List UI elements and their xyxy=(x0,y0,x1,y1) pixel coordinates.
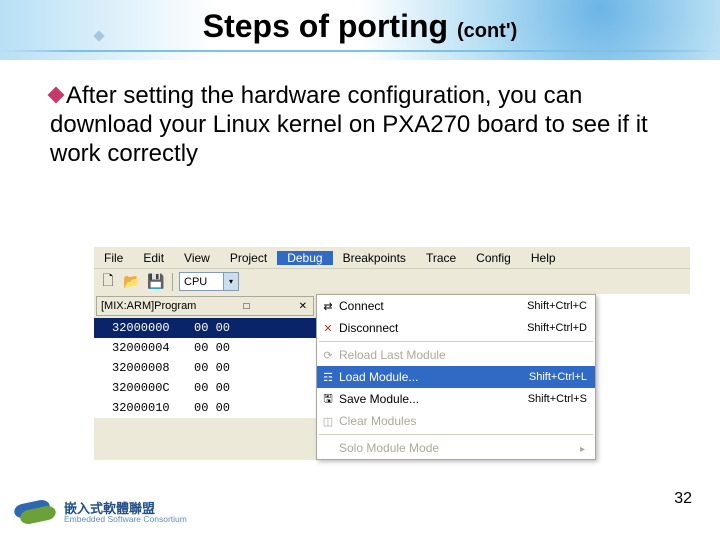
menu-edit[interactable]: Edit xyxy=(133,251,174,265)
menu-label: Save Module... xyxy=(339,392,528,406)
memory-table: 32000000 00 00 32000004 00 00 32000008 0… xyxy=(94,318,316,418)
body-text: After setting the hardware configuration… xyxy=(50,82,648,167)
menu-help[interactable]: Help xyxy=(521,251,566,265)
cpu-label: CPU xyxy=(180,276,223,288)
menu-trace[interactable]: Trace xyxy=(416,251,466,265)
body-paragraph: After setting the hardware configuration… xyxy=(50,82,690,168)
program-pane: [MIX:ARM]Program □ ✕ 32000000 00 00 3200… xyxy=(94,294,316,460)
new-file-icon[interactable]: 🗋 xyxy=(98,272,118,292)
menu-debug[interactable]: Debug xyxy=(277,251,332,265)
footer-logo: 嵌入式軟體聯盟 Embedded Software Consortium xyxy=(14,498,187,528)
menu-solo-mode: Solo Module Mode xyxy=(317,437,595,459)
mem-hex: 00 00 xyxy=(194,401,316,415)
menu-label: Load Module... xyxy=(339,370,529,384)
menu-shortcut: Shift+Ctrl+C xyxy=(527,300,587,312)
menu-label: Solo Module Mode xyxy=(339,441,587,455)
cpu-dropdown[interactable]: CPU ▾ xyxy=(179,272,239,291)
menu-separator xyxy=(319,341,593,342)
memory-row[interactable]: 32000000 00 00 xyxy=(94,318,316,338)
menu-shortcut: Shift+Ctrl+S xyxy=(528,393,587,405)
menubar: File Edit View Project Debug Breakpoints… xyxy=(94,246,690,268)
menu-save-module[interactable]: 🖫 Save Module... Shift+Ctrl+S xyxy=(317,388,595,410)
menu-connect[interactable]: ⇄ Connect Shift+Ctrl+C xyxy=(317,295,595,317)
mem-hex: 00 00 xyxy=(194,381,316,395)
menu-label: Connect xyxy=(339,299,527,313)
maximize-icon[interactable]: □ xyxy=(241,301,251,312)
clear-modules-icon: ◫ xyxy=(317,415,339,428)
program-titlebar: [MIX:ARM]Program □ ✕ xyxy=(96,296,314,316)
menu-load-module[interactable]: ☶ Load Module... Shift+Ctrl+L xyxy=(317,366,595,388)
save-icon[interactable]: 💾 xyxy=(146,272,166,292)
menu-project[interactable]: Project xyxy=(220,251,277,265)
mem-addr: 3200000C xyxy=(94,381,194,395)
menu-label: Disconnect xyxy=(339,321,527,335)
menu-label: Reload Last Module xyxy=(339,348,587,362)
connect-icon: ⇄ xyxy=(317,300,339,313)
bullet-icon xyxy=(48,87,65,104)
logo-mark xyxy=(14,498,56,528)
debug-dropdown: ⇄ Connect Shift+Ctrl+C ✕ Disconnect Shif… xyxy=(316,294,596,460)
menu-breakpoints[interactable]: Breakpoints xyxy=(333,251,416,265)
mem-hex: 00 00 xyxy=(194,321,316,335)
dropdown-arrow-icon: ▾ xyxy=(223,273,238,290)
title-main: Steps of porting xyxy=(203,8,457,44)
logo-en: Embedded Software Consortium xyxy=(64,515,187,524)
mem-addr: 32000010 xyxy=(94,401,194,415)
load-module-icon: ☶ xyxy=(317,371,339,384)
menu-shortcut: Shift+Ctrl+D xyxy=(527,322,587,334)
memory-row[interactable]: 32000004 00 00 xyxy=(94,338,316,358)
menu-reload-last: ⟳ Reload Last Module xyxy=(317,344,595,366)
menu-separator xyxy=(319,434,593,435)
menu-label: Clear Modules xyxy=(339,414,587,428)
disconnect-icon: ✕ xyxy=(317,322,339,335)
slide-title: Steps of porting (cont') xyxy=(0,8,720,45)
content-row: [MIX:ARM]Program □ ✕ 32000000 00 00 3200… xyxy=(94,294,690,460)
top-divider xyxy=(0,50,720,52)
mem-hex: 00 00 xyxy=(194,361,316,375)
memory-row[interactable]: 32000010 00 00 xyxy=(94,398,316,418)
mem-hex: 00 00 xyxy=(194,341,316,355)
menu-file[interactable]: File xyxy=(94,251,133,265)
menu-view[interactable]: View xyxy=(174,251,220,265)
program-title: [MIX:ARM]Program xyxy=(101,300,196,312)
memory-row[interactable]: 3200000C 00 00 xyxy=(94,378,316,398)
ide-screenshot: File Edit View Project Debug Breakpoints… xyxy=(94,246,690,460)
page-number: 32 xyxy=(674,490,692,508)
separator xyxy=(172,273,173,291)
save-module-icon: 🖫 xyxy=(317,390,339,409)
mem-addr: 32000008 xyxy=(94,361,194,375)
close-icon[interactable]: ✕ xyxy=(297,301,309,312)
menu-config[interactable]: Config xyxy=(466,251,521,265)
memory-row[interactable]: 32000008 00 00 xyxy=(94,358,316,378)
menu-clear-modules: ◫ Clear Modules xyxy=(317,410,595,432)
menu-shortcut: Shift+Ctrl+L xyxy=(529,371,587,383)
menu-disconnect[interactable]: ✕ Disconnect Shift+Ctrl+D xyxy=(317,317,595,339)
mem-addr: 32000004 xyxy=(94,341,194,355)
open-folder-icon[interactable]: 📂 xyxy=(122,272,142,292)
title-sub: (cont') xyxy=(457,20,517,42)
mem-addr: 32000000 xyxy=(94,321,194,335)
reload-icon: ⟳ xyxy=(317,349,339,362)
logo-text: 嵌入式軟體聯盟 Embedded Software Consortium xyxy=(64,502,187,524)
toolbar: 🗋 📂 💾 CPU ▾ xyxy=(94,268,690,294)
